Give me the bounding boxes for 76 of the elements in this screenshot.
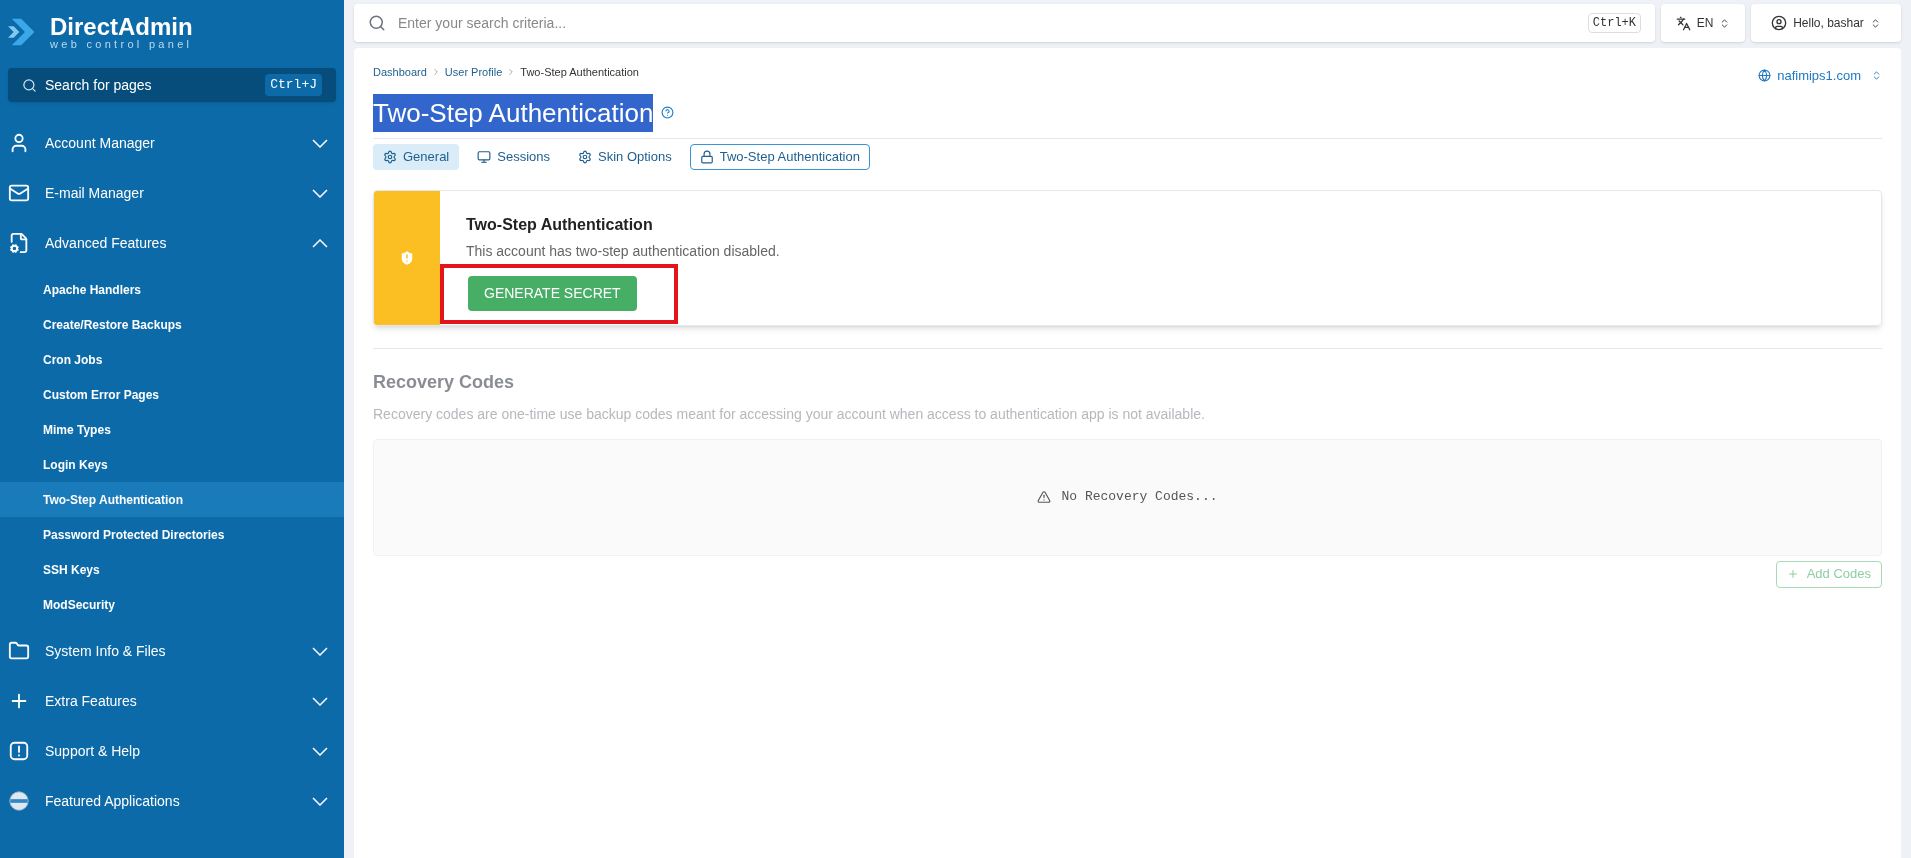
tab[interactable]: Skin Options [568,143,682,170]
logo-tagline: web control panel [50,38,193,50]
chevron-down-icon [312,188,328,198]
globe-icon [1758,69,1772,83]
tab[interactable]: Two-Step Authentication [689,143,870,170]
card-text: This account has two-step authentication disabled. [466,241,780,261]
empty-message: No Recovery Codes... [1061,488,1218,507]
chevron-down-icon [312,746,328,756]
user-greeting: Hello, bashar [1793,15,1864,32]
logo-name: DirectAdmin [50,14,193,39]
nav-section-label: System Info & Files [45,641,167,661]
chevron-down-icon [312,696,328,706]
tab[interactable]: Sessions [467,143,560,170]
card-title: Two-Step Authentication [466,214,654,235]
user-menu[interactable]: Hello, bashar [1751,4,1901,42]
nav-section[interactable]: Featured Applications [0,776,344,826]
file-gear-icon [8,232,30,254]
nav-item[interactable]: Cron Jobs [0,342,344,377]
search-placeholder: Search for pages [45,75,153,95]
translate-icon [1675,15,1691,31]
nav-section-label: Account Manager [45,133,156,153]
nav-section-label: Extra Features [45,691,138,711]
warning-icon [1037,490,1052,504]
search-icon [368,14,386,32]
nav-item[interactable]: Password Protected Directories [0,517,344,552]
gear-icon [578,149,592,164]
nav-section[interactable]: Support & Help [0,726,344,776]
monitor-icon [477,149,492,164]
shortcut-key: Ctrl+K [1587,13,1641,33]
nav-section-label: E-mail Manager [45,183,145,203]
tab[interactable]: General [373,143,460,170]
updown-icon [1871,70,1882,82]
user-icon [1771,15,1788,31]
chevron-up-icon [312,238,328,248]
nav-section[interactable]: Account Manager [0,118,344,168]
chevron-down-icon [312,646,328,656]
nav-item[interactable]: Apache Handlers [0,272,344,307]
nav-item[interactable]: Custom Error Pages [0,377,344,412]
search-placeholder: Enter your search criteria... [398,13,568,33]
help-icon[interactable] [661,106,675,119]
gear-icon [383,149,397,164]
shortcut-key: Ctrl+J [265,74,322,96]
domain-label: nafimips1.com [1777,67,1861,85]
language-label: EN [1696,15,1714,32]
nav-section-label: Support & Help [45,741,141,761]
breadcrumb-link[interactable]: Dashboard [373,63,427,80]
nav-item[interactable]: SSH Keys [0,552,344,587]
nav-section[interactable]: Extra Features [0,676,344,726]
mail-icon [8,182,30,204]
nav-item[interactable]: Mime Types [0,412,344,447]
chevron-down-icon [312,138,328,148]
nav-section[interactable]: System Info & Files [0,626,344,676]
section-description: Recovery codes are one-time use backup codes meant for accessing your account when access to authentication app is not available. [373,404,1206,424]
page-title: Two-Step Authentication [373,93,654,132]
nav-item[interactable]: Create/Restore Backups [0,307,344,342]
chevron-down-icon [312,796,328,806]
domain-selector[interactable]: nafimips1.com [1758,66,1882,86]
shield-alert-icon [398,248,416,267]
folder-icon [8,640,30,662]
nav-section[interactable]: Advanced Features [0,218,344,268]
plus-icon [1786,568,1799,580]
language-selector[interactable]: EN [1661,4,1745,42]
lock-icon [699,149,714,164]
nav-section-label: Advanced Features [45,233,168,253]
search-icon [22,77,37,93]
nav-item[interactable]: Two-Step Authentication [0,482,344,517]
global-search-field[interactable]: Enter your search criteria... Ctrl+K [354,4,1655,42]
nav-item[interactable]: ModSecurity [0,587,344,622]
nav-section-label: Featured Applications [45,791,181,811]
section-title: Recovery Codes [373,370,516,394]
page-search-field[interactable]: Search for pages Ctrl+J [8,68,336,102]
globe-app-icon [8,790,30,812]
nav-section[interactable]: E-mail Manager [0,168,344,218]
breadcrumb-link[interactable]: User Profile [444,63,503,80]
alert-icon [8,740,30,762]
nav-item[interactable]: Login Keys [0,447,344,482]
